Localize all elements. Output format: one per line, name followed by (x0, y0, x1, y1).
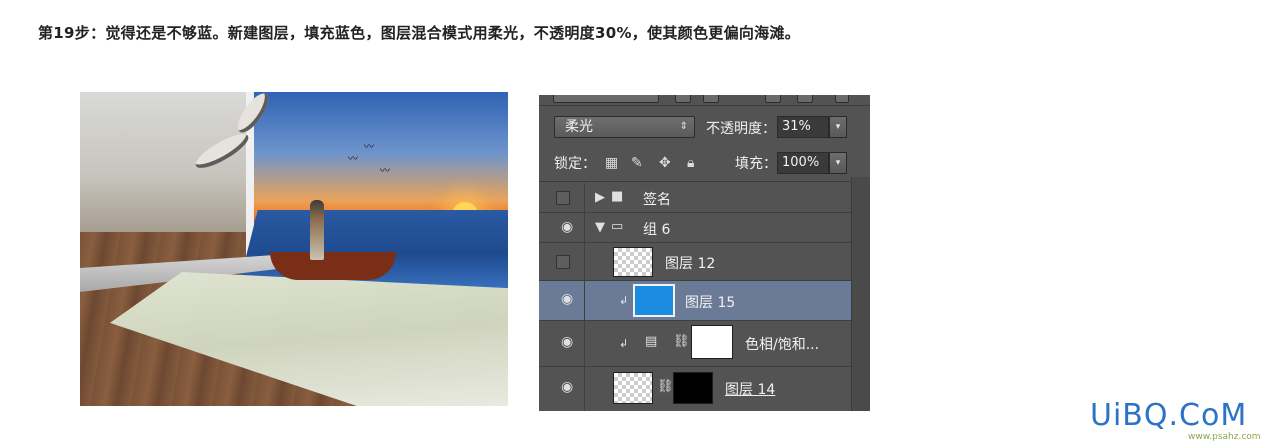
filter-toolbar (539, 95, 870, 106)
shape-filter-icon[interactable] (765, 95, 781, 103)
rowboat (270, 252, 396, 280)
watermark-site: www.psahz.com (1188, 432, 1261, 442)
layer-name[interactable]: 签名 (643, 189, 671, 209)
watermark-brand: UiBQ.CoM (1090, 398, 1248, 433)
layer-name[interactable]: 图层 15 (685, 292, 735, 312)
lock-position-icon[interactable]: ✥ (659, 155, 671, 171)
opacity-value: 31% (782, 119, 811, 134)
visibility-column: ◉ (539, 213, 585, 242)
mask-thumbnail (673, 372, 713, 404)
fill-label: 填充： (735, 156, 777, 172)
visibility-column: ◉ (539, 321, 585, 366)
adjustment-filter-icon[interactable] (703, 95, 719, 103)
visibility-column (539, 183, 585, 212)
blend-mode-value: 柔光 (565, 119, 593, 135)
lock-label: 锁定： (554, 156, 596, 172)
clipping-mask-arrow-icon: ↲ (619, 294, 629, 307)
fill-dropdown-button[interactable]: ▾ (829, 152, 847, 174)
eye-icon[interactable]: ◉ (561, 334, 573, 350)
link-chain-icon: ⛓ (657, 379, 674, 394)
visibility-column: ◉ (539, 281, 585, 320)
clipping-mask-arrow-icon: ↲ (619, 337, 629, 350)
result-photo: 〰 〰 〰 (80, 92, 508, 406)
lock-transparent-icon[interactable]: ▦ (605, 155, 618, 171)
layer-name[interactable]: 图层 14 (725, 379, 775, 399)
transparent-thumbnail (613, 247, 653, 277)
layer-name[interactable]: 色相/饱和... (745, 334, 819, 354)
fill-input[interactable]: 100% (777, 152, 829, 174)
link-chain-icon: ⛓ (673, 334, 690, 349)
adjustment-layer-icon: ▤ (645, 334, 658, 349)
opacity-label: 不透明度： (706, 121, 776, 137)
lock-all-icon[interactable]: 🔒︎ (687, 155, 694, 171)
visibility-column (539, 243, 585, 280)
layers-scrollbar[interactable] (851, 177, 870, 411)
step-caption: 第19步：觉得还是不够蓝。新建图层，填充蓝色，图层混合模式用柔光，不透明度30%… (38, 24, 801, 42)
fill-value: 100% (782, 155, 820, 170)
bird-icon: 〰 (364, 142, 374, 153)
eye-icon[interactable]: ◉ (561, 379, 573, 395)
smart-filter-icon[interactable] (797, 95, 813, 103)
blend-mode-select[interactable]: 柔光 ⇕ (554, 116, 695, 138)
panel-divider (539, 181, 870, 182)
bird-icon: 〰 (348, 154, 358, 165)
open-folder-icon: ▭ (611, 219, 624, 234)
layer-name[interactable]: 组 6 (643, 219, 670, 239)
layers-panel: 柔光 ⇕ 不透明度： 31% ▾ 锁定： ▦ ✎ ✥ 🔒︎ 填充： 100% ▾… (539, 95, 870, 411)
layer-row-layer-12[interactable]: 图层 12 (539, 243, 851, 281)
eye-icon[interactable]: ◉ (561, 291, 573, 307)
layer-name[interactable]: 图层 12 (665, 253, 715, 273)
layer-row-layer-15-selected[interactable]: ◉ ↲ 图层 15 (539, 281, 851, 321)
blue-fill-thumbnail (633, 284, 675, 317)
filter-toggle-icon[interactable] (835, 95, 849, 103)
visibility-toggle-off[interactable] (556, 255, 570, 269)
expand-arrow-icon[interactable]: ▶ (595, 190, 605, 205)
collapse-arrow-icon[interactable]: ▼ (595, 220, 605, 235)
eye-icon[interactable]: ◉ (561, 219, 573, 235)
girl-figure (310, 200, 324, 260)
layer-thumbnail (613, 372, 653, 404)
opacity-dropdown-button[interactable]: ▾ (829, 116, 847, 138)
bird-icon: 〰 (380, 166, 390, 177)
opacity-input[interactable]: 31% (777, 116, 829, 138)
visibility-toggle-off[interactable] (556, 191, 570, 205)
layer-row-hue-saturation[interactable]: ◉ ↲ ▤ ⛓ 色相/饱和... (539, 321, 851, 367)
layer-row-group-6[interactable]: ◉ ▼ ▭ 组 6 (539, 213, 851, 243)
folder-icon: ■ (611, 189, 624, 204)
pixel-filter-icon[interactable] (675, 95, 691, 103)
updown-arrow-icon: ⇕ (679, 121, 688, 132)
layer-row-signature-group[interactable]: ▶ ■ 签名 (539, 183, 851, 213)
lock-brush-icon[interactable]: ✎ (631, 155, 643, 171)
mask-thumbnail (691, 325, 733, 359)
visibility-column: ◉ (539, 367, 585, 411)
layer-row-layer-14[interactable]: ◉ ⛓ 图层 14 (539, 367, 851, 411)
layer-kind-filter[interactable] (553, 95, 659, 103)
watermark-logo: UiBQ.CoM (1090, 398, 1247, 433)
